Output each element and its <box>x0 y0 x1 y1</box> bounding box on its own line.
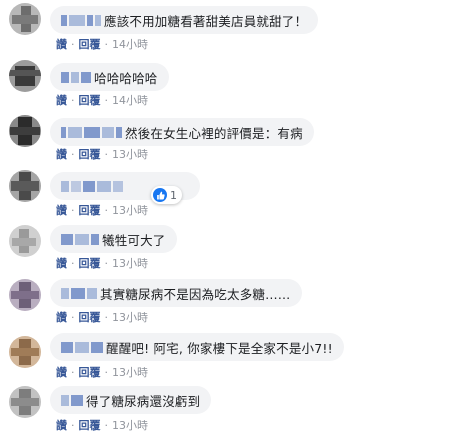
like-link[interactable]: 讚 <box>56 202 67 218</box>
commenter-name[interactable] <box>61 180 123 192</box>
thumbs-up-icon <box>153 188 167 202</box>
comment-text: 犧牲可大了 <box>102 232 166 248</box>
avatar[interactable] <box>9 225 41 257</box>
comment-text: 其實糖尿病不是因為吃太多糖…… <box>100 286 291 302</box>
comment-time[interactable]: 13小時 <box>112 255 148 271</box>
comment-time[interactable]: 13小時 <box>112 309 148 325</box>
commenter-name[interactable] <box>61 287 97 299</box>
reply-link[interactable]: 回覆 <box>79 309 101 325</box>
like-link[interactable]: 讚 <box>56 92 67 108</box>
comment-actions: 讚 · 回覆 · 13小時 <box>56 146 148 162</box>
avatar[interactable] <box>9 386 41 418</box>
comment-item: 得了糖尿病還沒虧到 讚 · 回覆 · 13小時 <box>0 386 452 440</box>
avatar[interactable] <box>9 279 41 311</box>
comment-text: 然後在女生心裡的評價是：有病 <box>125 125 303 141</box>
like-link[interactable]: 讚 <box>56 309 67 325</box>
reaction-count[interactable]: 1 <box>151 186 182 204</box>
reply-link[interactable]: 回覆 <box>79 364 101 380</box>
comment-time[interactable]: 13小時 <box>112 146 148 162</box>
comment-actions: 讚 · 回覆 · 14小時 <box>56 92 148 108</box>
reply-link[interactable]: 回覆 <box>79 92 101 108</box>
comment-text: 醒醒吧! 阿宅, 你家樓下是全家不是小7!! <box>106 340 333 356</box>
avatar[interactable] <box>9 336 41 368</box>
reply-link[interactable]: 回覆 <box>79 36 101 52</box>
commenter-name[interactable] <box>61 394 83 406</box>
comment-time[interactable]: 14小時 <box>112 36 148 52</box>
comment-bubble: 犧牲可大了 <box>50 225 177 253</box>
reply-link[interactable]: 回覆 <box>79 417 101 433</box>
comment-bubble: 醒醒吧! 阿宅, 你家樓下是全家不是小7!! <box>50 333 344 361</box>
reply-link[interactable]: 回覆 <box>79 255 101 271</box>
avatar[interactable] <box>9 170 41 202</box>
like-link[interactable]: 讚 <box>56 364 67 380</box>
comment-bubble: 得了糖尿病還沒虧到 <box>50 386 212 414</box>
comment-actions: 讚 · 回覆 · 14小時 <box>56 36 148 52</box>
comment-item: 其實糖尿病不是因為吃太多糖…… 讚 · 回覆 · 13小時 <box>0 276 452 330</box>
like-link[interactable]: 讚 <box>56 255 67 271</box>
commenter-name[interactable] <box>61 233 99 245</box>
comment-bubble: 應該不用加糖看著甜美店員就甜了！ <box>50 6 319 34</box>
comment-text: 得了糖尿病還沒虧到 <box>86 393 201 409</box>
avatar[interactable] <box>9 3 41 35</box>
commenter-name[interactable] <box>61 126 122 138</box>
comment-item: 讚 · 回覆 · 13小時 <box>0 166 452 220</box>
commenter-name[interactable] <box>61 341 103 353</box>
avatar[interactable] <box>9 115 41 147</box>
comment-bubble: 其實糖尿病不是因為吃太多糖…… <box>50 279 302 307</box>
commenter-name[interactable] <box>61 14 101 26</box>
comment-item: 應該不用加糖看著甜美店員就甜了！ 讚 · 回覆 · 14小時 <box>0 0 452 54</box>
comment-actions: 讚 · 回覆 · 13小時 <box>56 417 148 433</box>
comment-item: 犧牲可大了 讚 · 回覆 · 13小時 <box>0 221 452 275</box>
comment-item: 然後在女生心裡的評價是：有病 讚 · 回覆 · 13小時 <box>0 111 452 165</box>
comment-actions: 讚 · 回覆 · 13小時 <box>56 255 148 271</box>
comment-time[interactable]: 13小時 <box>112 202 148 218</box>
comment-bubble: 哈哈哈哈哈 <box>50 63 169 91</box>
comment-time[interactable]: 14小時 <box>112 92 148 108</box>
reply-link[interactable]: 回覆 <box>79 146 101 162</box>
avatar[interactable] <box>9 60 41 92</box>
comment-bubble: 然後在女生心裡的評價是：有病 <box>50 118 314 146</box>
commenter-name[interactable] <box>61 71 91 83</box>
like-link[interactable]: 讚 <box>56 146 67 162</box>
comment-actions: 讚 · 回覆 · 13小時 <box>56 309 148 325</box>
comment-text: 哈哈哈哈哈 <box>94 70 158 86</box>
comment-text: 應該不用加糖看著甜美店員就甜了！ <box>104 13 308 29</box>
comment-actions: 讚 · 回覆 · 13小時 <box>56 202 148 218</box>
like-link[interactable]: 讚 <box>56 417 67 433</box>
comment-item: 醒醒吧! 阿宅, 你家樓下是全家不是小7!! 讚 · 回覆 · 13小時 <box>0 332 452 386</box>
reaction-number: 1 <box>170 188 177 202</box>
reply-link[interactable]: 回覆 <box>79 202 101 218</box>
comment-time[interactable]: 13小時 <box>112 417 148 433</box>
comment-time[interactable]: 13小時 <box>112 364 148 380</box>
comment-item: 哈哈哈哈哈 讚 · 回覆 · 14小時 <box>0 56 452 110</box>
comment-actions: 讚 · 回覆 · 13小時 <box>56 364 148 380</box>
like-link[interactable]: 讚 <box>56 36 67 52</box>
